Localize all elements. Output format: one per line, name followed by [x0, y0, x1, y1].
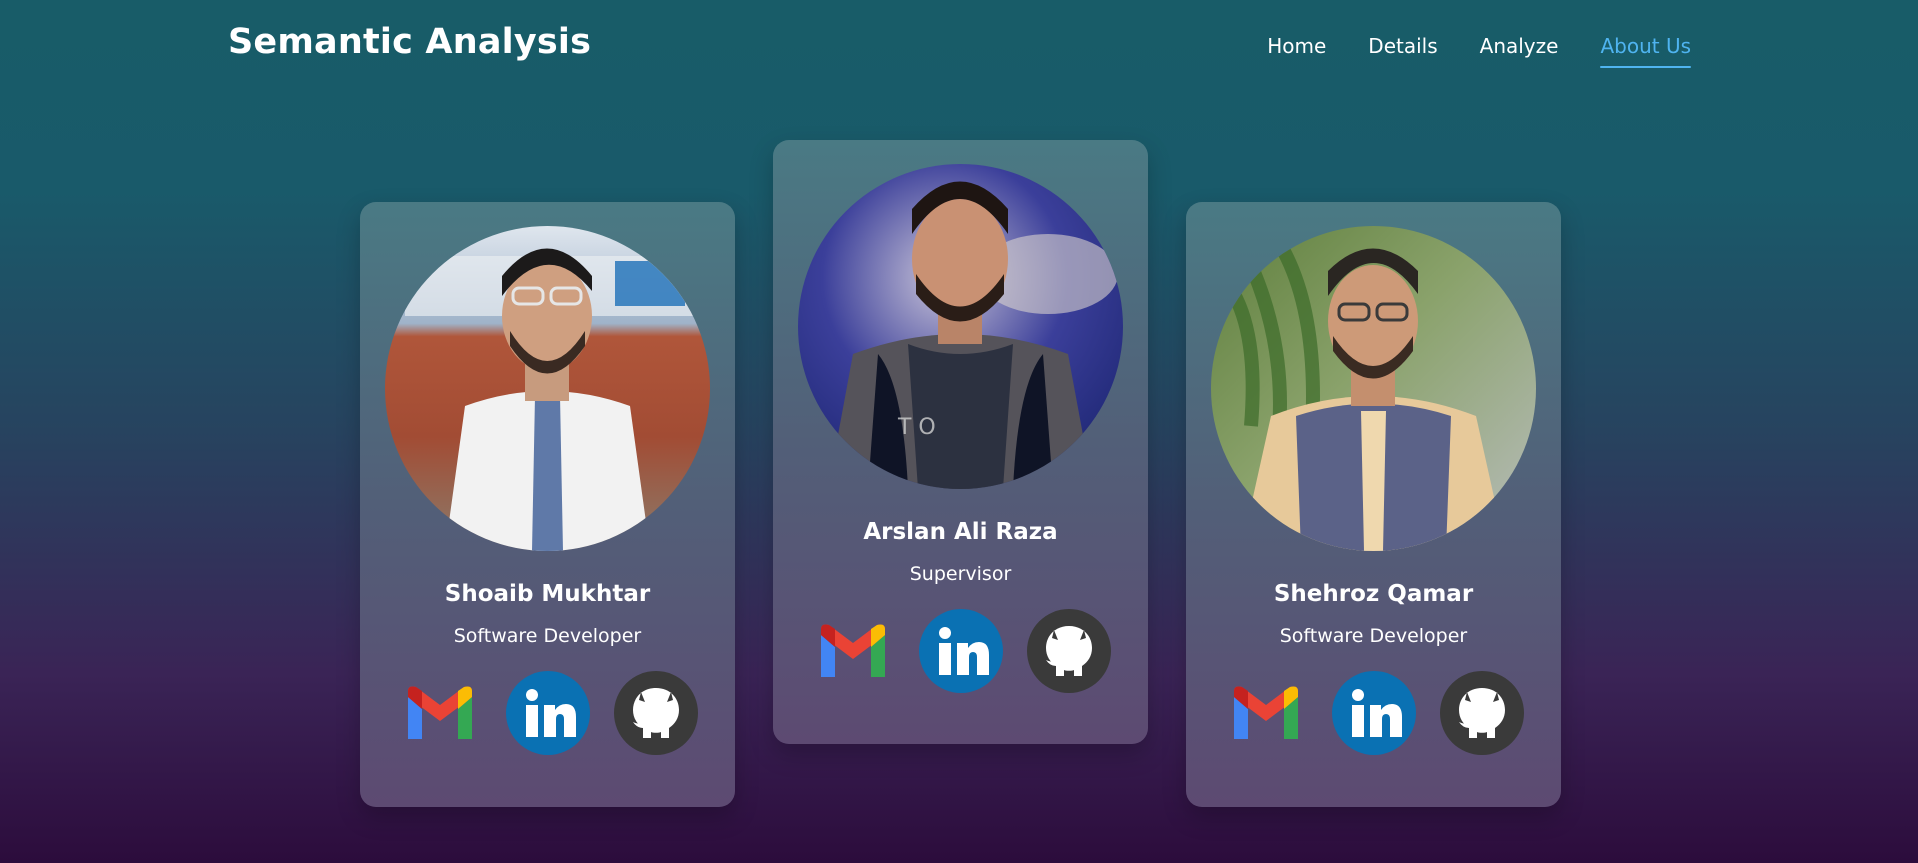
main-nav: Home Details Analyze About Us	[1267, 34, 1691, 68]
github-icon[interactable]	[1026, 609, 1111, 693]
team-card-developer-1: Shoaib Mukhtar Software Developer	[360, 202, 735, 807]
member-role: Supervisor	[909, 563, 1012, 585]
gmail-icon[interactable]	[398, 671, 482, 755]
svg-text:T O: T O	[897, 415, 936, 440]
nav-details[interactable]: Details	[1368, 34, 1437, 68]
linkedin-icon[interactable]	[1331, 671, 1416, 755]
nav-about-us[interactable]: About Us	[1600, 34, 1691, 68]
social-links	[773, 609, 1148, 693]
member-photo: T O	[798, 164, 1123, 489]
team-card-supervisor: T O Arslan Ali Raza Supervisor	[773, 140, 1148, 744]
social-links	[1186, 671, 1561, 755]
member-photo	[385, 226, 710, 551]
member-role: Software Developer	[1279, 625, 1468, 647]
site-title: Semantic Analysis	[228, 22, 592, 62]
nav-analyze[interactable]: Analyze	[1480, 34, 1559, 68]
github-icon[interactable]	[613, 671, 698, 755]
linkedin-icon[interactable]	[505, 671, 590, 755]
team-card-developer-2: Shehroz Qamar Software Developer	[1186, 202, 1561, 807]
member-photo	[1211, 226, 1536, 551]
linkedin-icon[interactable]	[918, 609, 1003, 693]
member-name: Shehroz Qamar	[1273, 581, 1474, 607]
member-role: Software Developer	[453, 625, 642, 647]
member-name: Shoaib Mukhtar	[444, 581, 651, 607]
member-name: Arslan Ali Raza	[863, 519, 1058, 545]
gmail-icon[interactable]	[811, 609, 895, 693]
nav-home[interactable]: Home	[1267, 34, 1326, 68]
gmail-icon[interactable]	[1224, 671, 1308, 755]
github-icon[interactable]	[1439, 671, 1524, 755]
social-links	[360, 671, 735, 755]
